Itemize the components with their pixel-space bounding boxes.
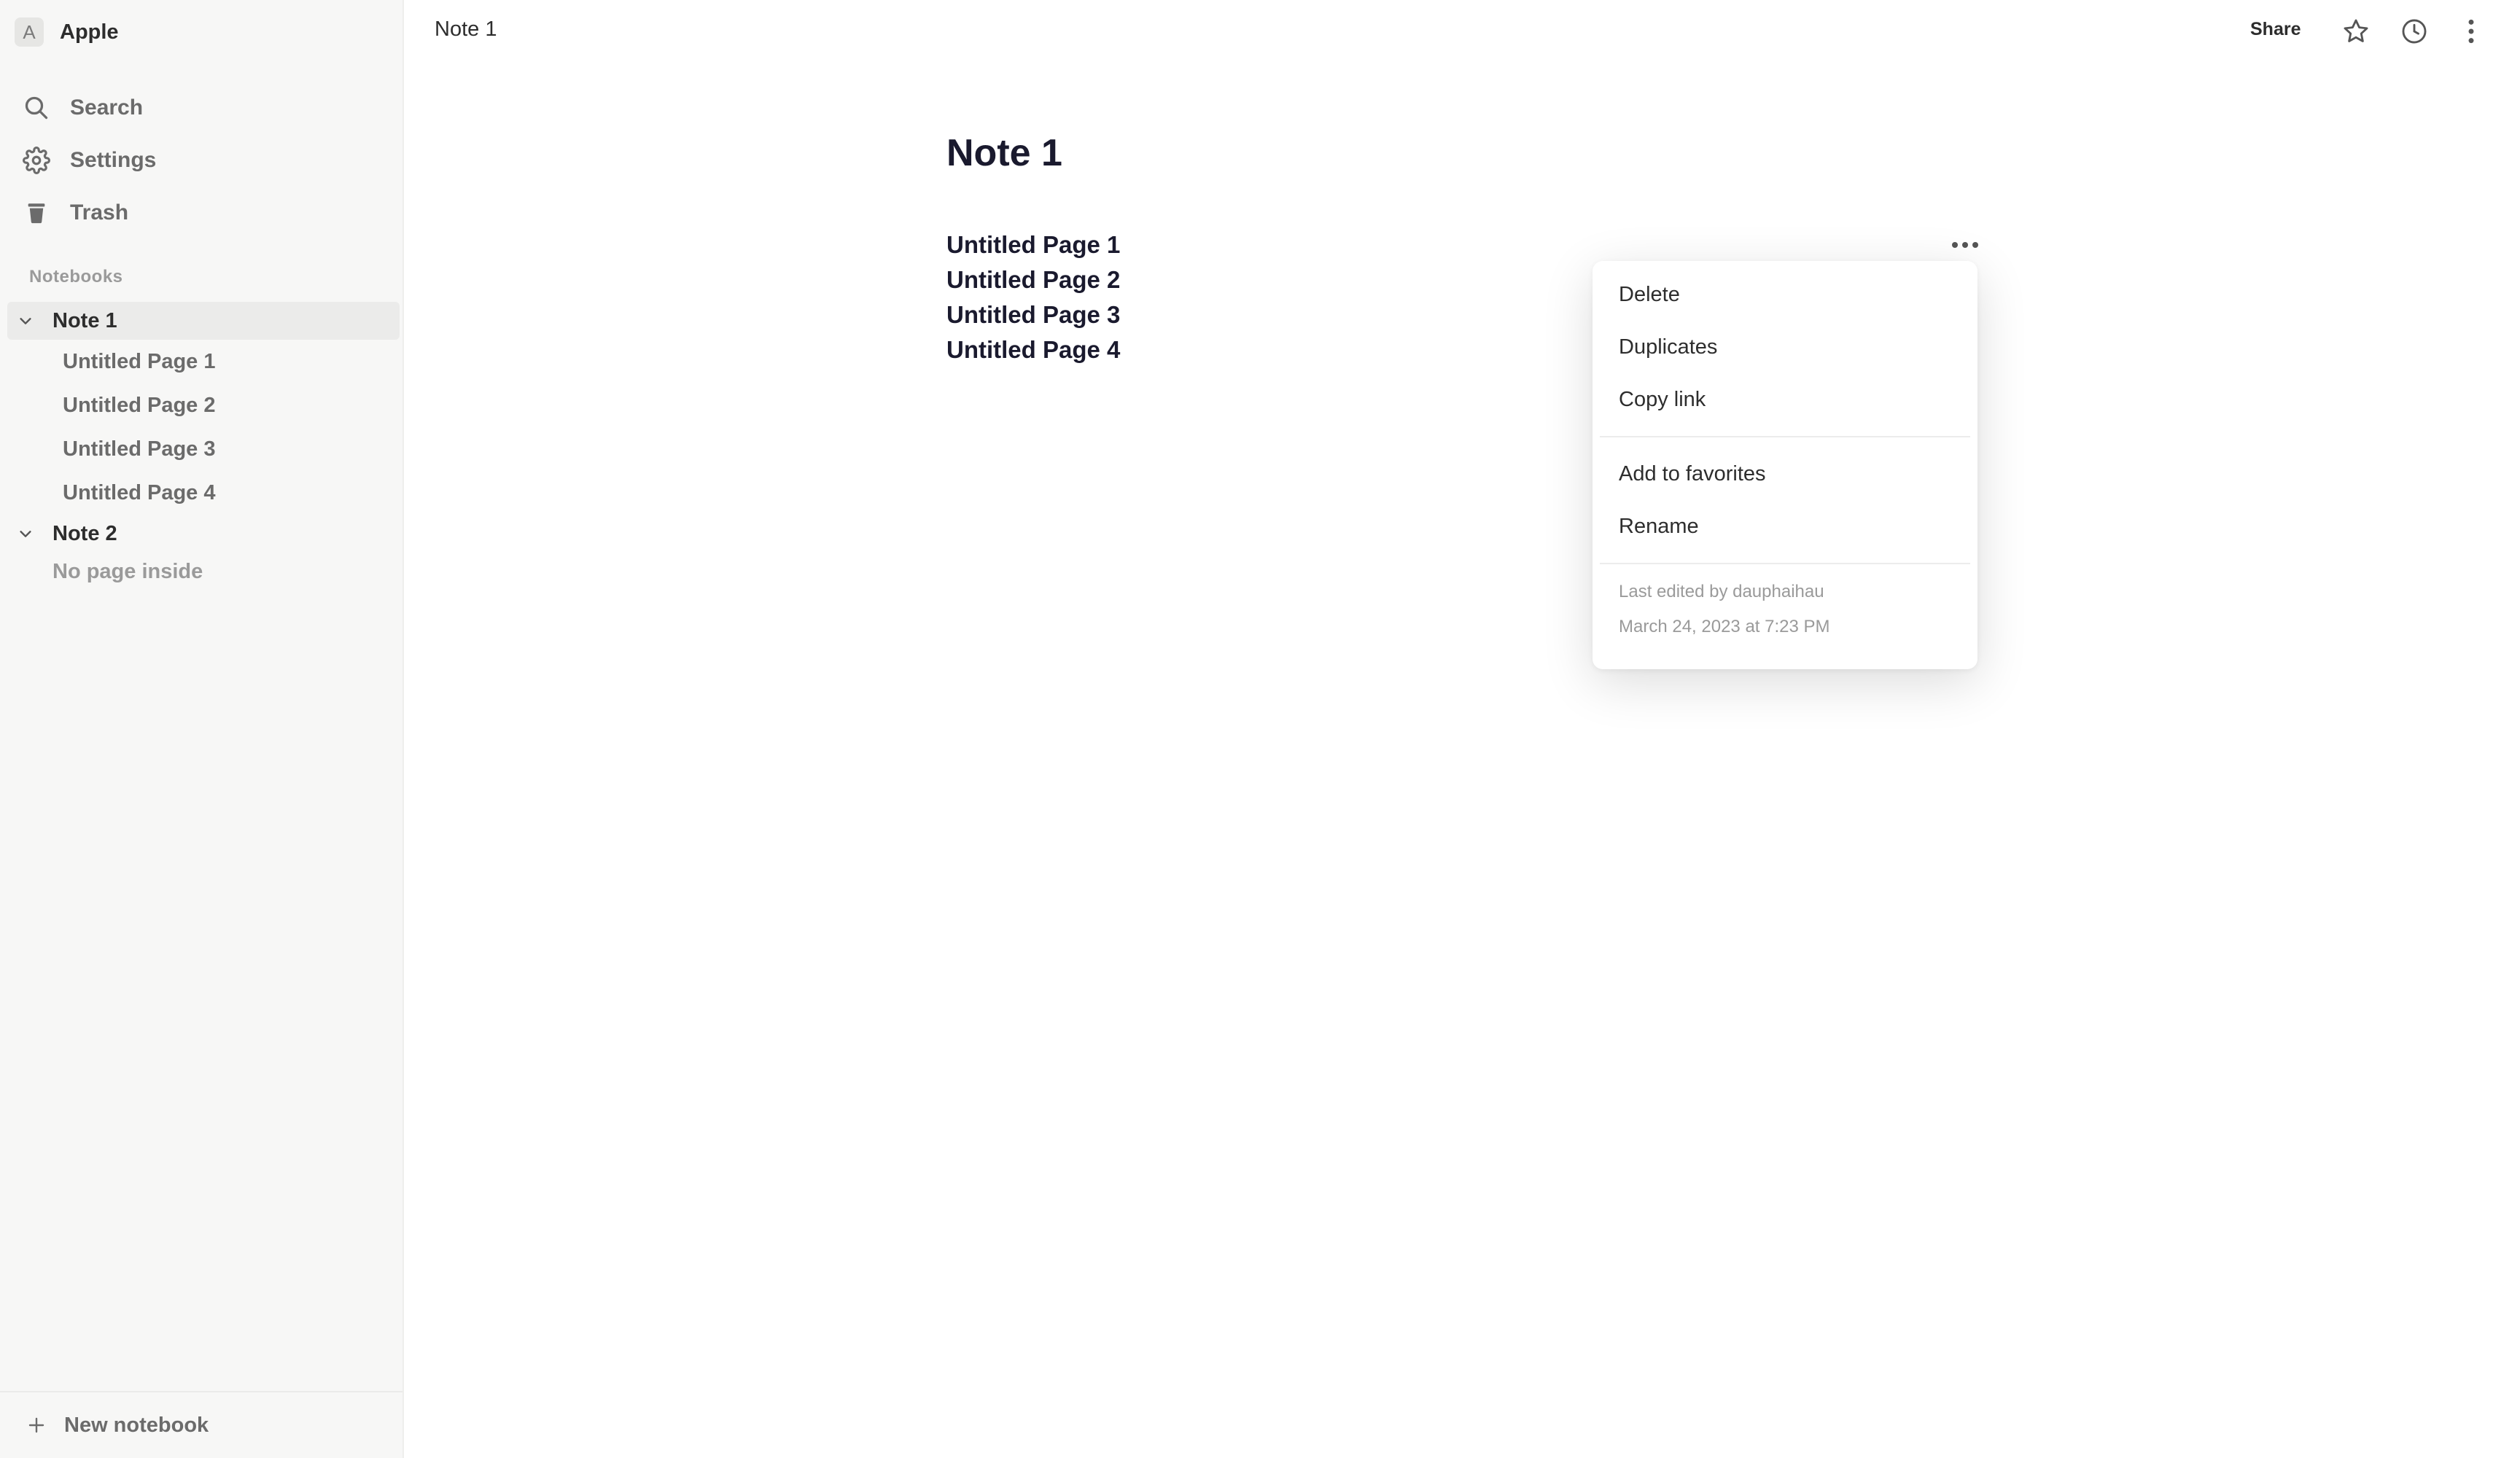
trash-icon xyxy=(22,198,51,227)
document-page-link[interactable]: Untitled Page 4 xyxy=(946,332,1120,367)
workspace-name: Apple xyxy=(60,20,119,44)
new-notebook-label: New notebook xyxy=(64,1413,209,1437)
topbar: Note 1 Share xyxy=(405,0,2520,64)
workspace-avatar: A xyxy=(15,17,44,47)
menu-divider xyxy=(1600,563,1970,564)
plus-icon xyxy=(26,1415,47,1435)
sidebar-nav: Search Settings Trash xyxy=(22,82,156,239)
gear-icon xyxy=(22,146,51,175)
notebook-label: Note 2 xyxy=(52,521,117,545)
menu-item-add-to-favorites[interactable]: Add to favorites xyxy=(1592,448,1978,500)
menu-item-rename[interactable]: Rename xyxy=(1592,500,1978,553)
sidebar-item-trash[interactable]: Trash xyxy=(22,187,156,239)
page-item[interactable]: Untitled Page 1 xyxy=(7,340,400,383)
empty-notebook-text: No page inside xyxy=(52,559,203,583)
share-button[interactable]: Share xyxy=(2250,19,2301,40)
context-menu: Delete Duplicates Copy link Add to favor… xyxy=(1592,261,1978,669)
more-horizontal-icon[interactable] xyxy=(1947,230,1983,260)
menu-item-delete[interactable]: Delete xyxy=(1592,268,1978,321)
document-page-list: Untitled Page 1 Untitled Page 2 Untitled… xyxy=(946,227,1120,367)
sidebar-item-search[interactable]: Search xyxy=(22,82,156,134)
breadcrumb[interactable]: Note 1 xyxy=(435,17,497,42)
chevron-down-icon[interactable] xyxy=(18,313,34,329)
menu-item-duplicates[interactable]: Duplicates xyxy=(1592,321,1978,373)
more-vertical-icon[interactable] xyxy=(2454,15,2488,48)
page-item[interactable]: Untitled Page 4 xyxy=(7,471,400,515)
sidebar-item-label: Settings xyxy=(70,148,157,172)
notebooks-section-label: Notebooks xyxy=(29,267,123,286)
page-item[interactable]: Untitled Page 3 xyxy=(7,427,400,471)
star-icon[interactable] xyxy=(2339,15,2373,48)
document-page-link[interactable]: Untitled Page 1 xyxy=(946,227,1120,262)
document-page-link[interactable]: Untitled Page 2 xyxy=(946,262,1120,297)
last-edited-timestamp: March 24, 2023 at 7:23 PM xyxy=(1619,617,1830,636)
sidebar-item-label: Trash xyxy=(70,200,129,225)
page-title: Note 1 xyxy=(946,132,1062,174)
sidebar: A Apple Search Settings Trash Notebooks xyxy=(0,0,404,1458)
last-edited-text: Last edited by dauphaihau xyxy=(1619,582,1824,601)
clock-icon[interactable] xyxy=(2398,15,2431,48)
menu-divider xyxy=(1600,436,1970,437)
notebook-label: Note 1 xyxy=(52,308,117,332)
search-icon xyxy=(22,93,51,122)
document-page-link[interactable]: Untitled Page 3 xyxy=(946,297,1120,332)
sidebar-item-settings[interactable]: Settings xyxy=(22,134,156,187)
chevron-down-icon[interactable] xyxy=(18,526,34,542)
notebook-tree: Note 1 Untitled Page 1 Untitled Page 2 U… xyxy=(7,302,400,590)
page-item[interactable]: Untitled Page 2 xyxy=(7,383,400,427)
new-notebook-button[interactable]: New notebook xyxy=(0,1391,402,1458)
workspace-switcher[interactable]: A Apple xyxy=(15,16,119,48)
sidebar-item-label: Search xyxy=(70,95,144,120)
notebook-item-note-2[interactable]: Note 2 xyxy=(7,515,400,553)
notebook-item-note-1[interactable]: Note 1 xyxy=(7,302,400,340)
menu-item-copy-link[interactable]: Copy link xyxy=(1592,373,1978,426)
